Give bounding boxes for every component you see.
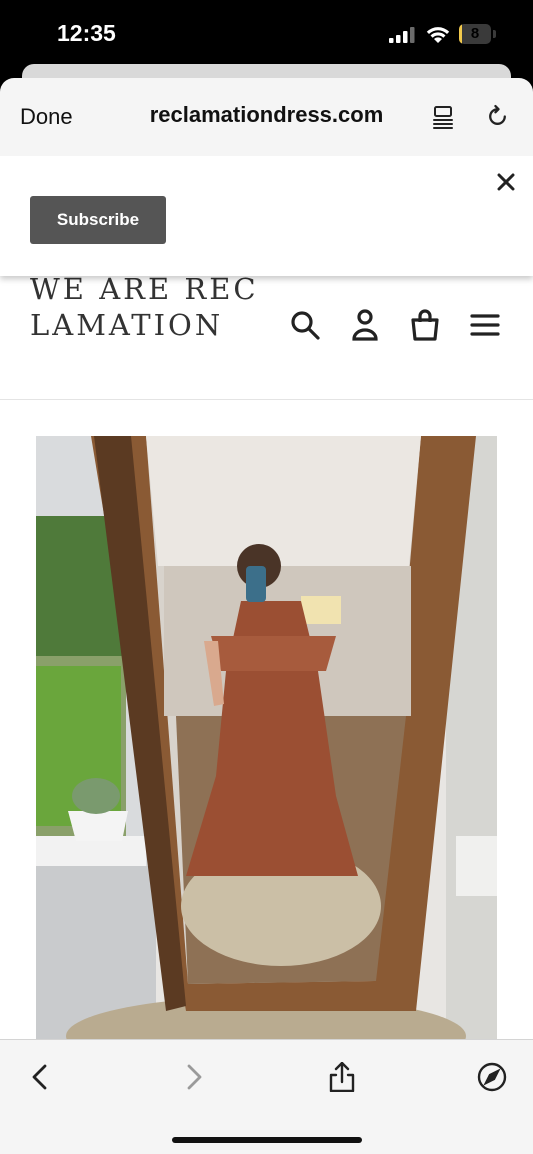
battery-percentage: 8 [470,25,480,42]
reload-icon[interactable] [485,104,510,129]
done-button[interactable]: Done [20,104,73,130]
account-icon[interactable] [348,308,382,342]
header-divider [0,399,533,400]
battery-icon: 8 [459,24,497,46]
subscribe-button[interactable]: Subscribe [30,196,166,244]
browser-header: Done reclamationdress.com [0,78,533,157]
close-icon[interactable] [494,170,518,194]
forward-icon[interactable] [178,1062,208,1092]
browser-toolbar [0,1039,533,1154]
product-photo-illustration [36,436,497,1039]
compass-icon[interactable] [477,1062,507,1092]
web-page: Subscribe WE ARE RECLAMATION [0,156,533,1039]
cellular-signal-icon [389,27,415,43]
wifi-icon [426,27,450,43]
site-logo[interactable]: WE ARE RECLAMATION [30,271,262,343]
status-bar: 12:35 8 [0,0,533,70]
search-icon[interactable] [288,308,322,342]
home-indicator [172,1137,362,1143]
menu-icon[interactable] [468,308,502,342]
back-icon[interactable] [26,1062,56,1092]
cart-icon[interactable] [408,308,442,342]
subscribe-banner: Subscribe [0,156,533,276]
url-field[interactable]: reclamationdress.com [120,102,413,128]
share-icon[interactable] [327,1062,357,1092]
product-photo[interactable] [36,436,497,1039]
reader-mode-icon[interactable] [431,105,455,129]
clock: 12:35 [57,20,116,46]
